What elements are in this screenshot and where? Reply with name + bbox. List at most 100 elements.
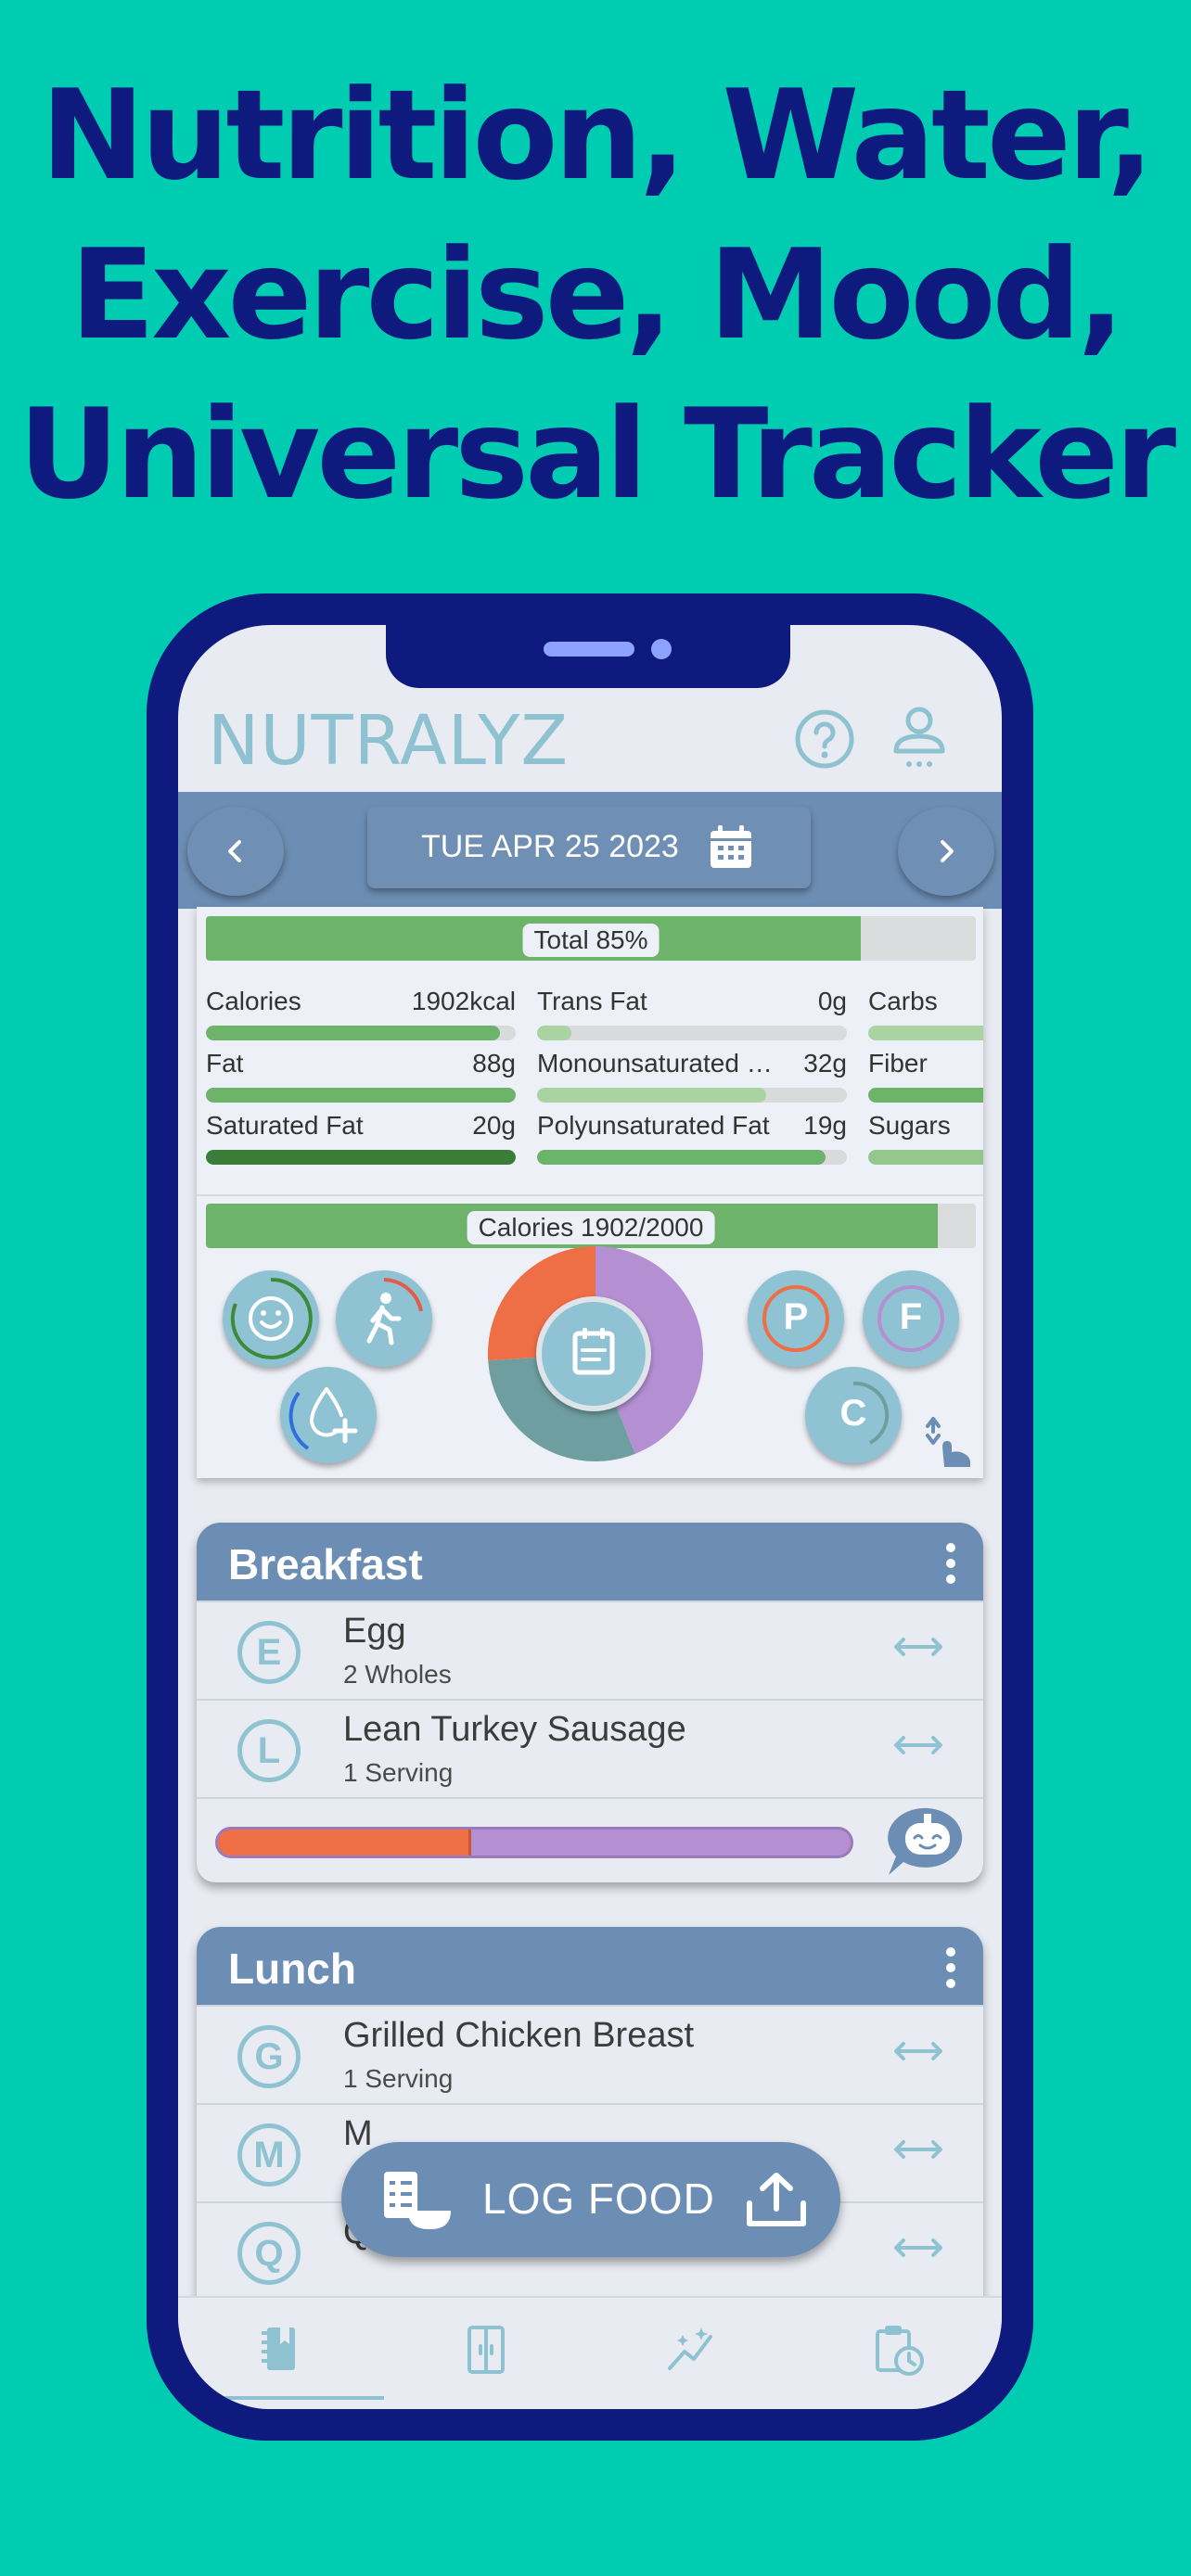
- nutrient-row: Sugars: [868, 1111, 983, 1170]
- swap-horizontal-icon[interactable]: [890, 2229, 946, 2266]
- nutrient-progress-fill: [206, 1026, 501, 1040]
- food-log-summary-button[interactable]: [536, 1296, 651, 1411]
- carbs-letter: C: [839, 1393, 867, 1434]
- water-drop-add-icon: [288, 1387, 358, 1450]
- nutrient-progress-bar: [537, 1088, 847, 1103]
- lunch-header: Lunch: [197, 1927, 983, 2005]
- chatbot-icon[interactable]: [881, 1803, 974, 1881]
- food-quantity: 2 Wholes: [343, 1660, 452, 1689]
- carbs-button[interactable]: C: [805, 1367, 902, 1463]
- calories-progress-label: Calories 1902/2000: [467, 1211, 715, 1244]
- fat-button[interactable]: F: [863, 1270, 959, 1367]
- app-logo: NUTRALYZ: [208, 701, 570, 781]
- total-progress-label: Total 85%: [522, 924, 660, 957]
- more-vert-icon[interactable]: [946, 1543, 955, 1584]
- food-quantity: 1 Serving: [343, 1758, 454, 1787]
- nutrient-row: Carbs: [868, 987, 983, 1046]
- nutrient-name: Trans Fat: [537, 987, 647, 1015]
- previous-day-button[interactable]: [187, 807, 284, 896]
- lunch-title: Lunch: [228, 1945, 356, 1993]
- nutrient-progress-fill: [537, 1150, 826, 1165]
- breakfast-items: E Egg 2 Wholes L Lean Turkey Sausage 1 Servi…: [197, 1600, 983, 1797]
- nutrient-row: Fat 88g: [206, 1049, 516, 1108]
- current-date: TUE APR 25 2023: [421, 829, 679, 864]
- smiley-icon: [230, 1277, 313, 1359]
- chevron-right-icon: [941, 840, 954, 862]
- section-divider: [197, 1194, 983, 1196]
- nutrient-name: Calories: [206, 987, 301, 1015]
- breakfast-macro-bar: [215, 1827, 853, 1858]
- nutrient-name: Monounsaturated …: [537, 1049, 773, 1078]
- nutrient-value: 19g: [801, 1111, 847, 1141]
- daily-summary-card[interactable]: Total 85% Calories 1902kcal Trans Fat 0g Car…: [197, 907, 983, 1478]
- nutrient-name: Sugars: [868, 1111, 951, 1140]
- nutrient-row: Calories 1902kcal: [206, 987, 516, 1046]
- nutrient-progress-bar: [868, 1150, 983, 1165]
- nutrient-row: Polyunsaturated Fat 19g: [537, 1111, 847, 1170]
- nutrient-progress-fill: [537, 1088, 767, 1103]
- food-name: Egg: [343, 1612, 406, 1651]
- headline-line-1: Nutrition, Water,: [40, 63, 1154, 208]
- breakfast-card: Breakfast E Egg 2 Wholes L Lean Turkey Saus…: [197, 1523, 983, 1882]
- nutrient-progress-fill: [868, 1026, 983, 1040]
- nutrient-row: Saturated Fat 20g: [206, 1111, 516, 1170]
- swap-horizontal-icon[interactable]: [890, 1628, 946, 1665]
- mood-button[interactable]: [223, 1270, 319, 1367]
- food-initial-badge: M: [237, 2123, 301, 2187]
- nutrient-row: Fiber: [868, 1049, 983, 1108]
- breakfast-macro-fill: [218, 1830, 471, 1855]
- food-name: Grilled Chicken Breast: [343, 2016, 695, 2055]
- swap-horizontal-icon[interactable]: [890, 2131, 946, 2168]
- breakfast-header: Breakfast: [197, 1523, 983, 1600]
- nutrient-value: 88g: [470, 1049, 516, 1078]
- food-row[interactable]: L Lean Turkey Sausage 1 Serving: [197, 1699, 983, 1797]
- nutrient-value: 0g: [815, 987, 847, 1016]
- next-day-button[interactable]: [898, 807, 994, 896]
- active-tab-indicator: [178, 2396, 384, 2400]
- calories-progress-bar: Calories 1902/2000: [206, 1204, 976, 1248]
- nutrient-row: Trans Fat 0g: [537, 987, 847, 1046]
- date-picker-button[interactable]: TUE APR 25 2023: [367, 807, 811, 888]
- exercise-button[interactable]: [336, 1270, 432, 1367]
- food-row[interactable]: G Grilled Chicken Breast 1 Serving: [197, 2005, 983, 2103]
- nutrient-value: 20g: [470, 1111, 516, 1141]
- trends-tab-icon[interactable]: [664, 2322, 720, 2378]
- nutrient-name: Saturated Fat: [206, 1111, 364, 1140]
- swap-horizontal-icon[interactable]: [890, 1727, 946, 1764]
- diary-tab-icon[interactable]: [252, 2322, 308, 2378]
- food-row[interactable]: E Egg 2 Wholes: [197, 1600, 983, 1699]
- history-tab-icon[interactable]: [870, 2322, 926, 2378]
- headline-line-3: Universal Tracker: [18, 382, 1176, 527]
- breakfast-title: Breakfast: [228, 1540, 423, 1588]
- log-food-button[interactable]: LOG FOOD: [341, 2142, 840, 2257]
- speaker-grille: [544, 642, 634, 657]
- front-camera: [651, 639, 672, 659]
- food-list-icon: [384, 2172, 451, 2229]
- breakfast-footer: [197, 1797, 983, 1882]
- nutrient-progress-bar: [206, 1088, 516, 1103]
- nutrient-progress-bar: [868, 1026, 983, 1040]
- water-button[interactable]: [280, 1367, 377, 1463]
- upload-icon: [747, 2173, 806, 2226]
- nutrient-progress-fill: [868, 1088, 983, 1103]
- more-vert-icon[interactable]: [946, 1947, 955, 1988]
- nutrient-progress-fill: [537, 1026, 571, 1040]
- log-food-label: LOG FOOD: [482, 2174, 715, 2223]
- protein-button[interactable]: P: [748, 1270, 844, 1367]
- chevron-left-icon: [228, 840, 241, 862]
- calendar-icon: [711, 825, 751, 868]
- help-icon[interactable]: [794, 708, 855, 770]
- headline-line-2: Exercise, Mood,: [70, 223, 1125, 367]
- pantry-tab-icon[interactable]: [458, 2322, 514, 2378]
- nutrient-progress-bar: [537, 1026, 847, 1040]
- nutrient-progress-fill: [868, 1150, 983, 1165]
- drag-reorder-icon[interactable]: [924, 1415, 976, 1471]
- food-initial-badge: G: [237, 2025, 301, 2088]
- food-initial-badge: E: [237, 1621, 301, 1684]
- clipboard-list-icon: [572, 1328, 615, 1375]
- nutrient-progress-fill: [206, 1088, 516, 1103]
- nutrient-value: 1902kcal: [409, 987, 516, 1016]
- nutrient-value: 32g: [801, 1049, 847, 1078]
- profile-icon[interactable]: [889, 705, 950, 772]
- swap-horizontal-icon[interactable]: [890, 2033, 946, 2070]
